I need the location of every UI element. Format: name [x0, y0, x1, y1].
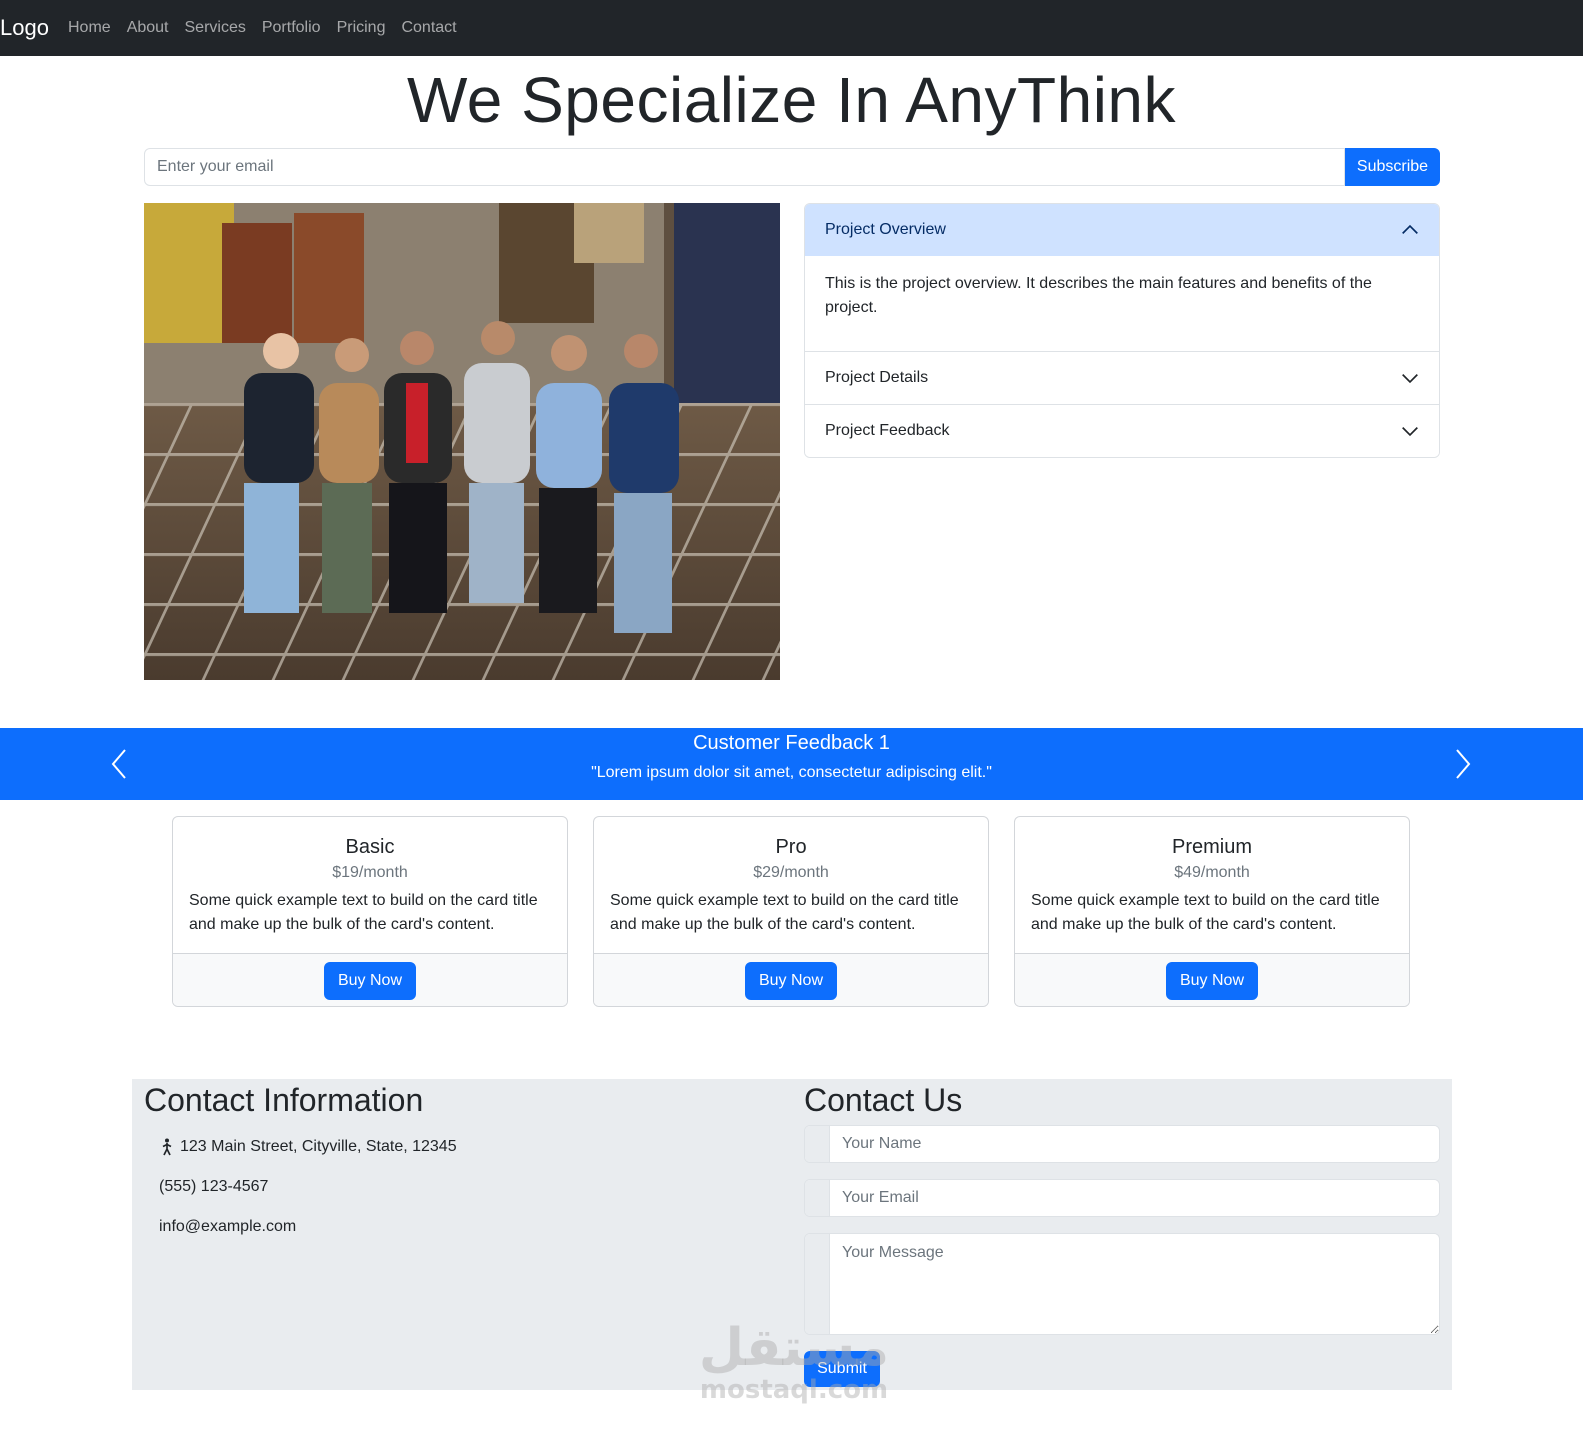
project-accordion: Project Overview This is the project ove…	[804, 203, 1440, 458]
chevron-up-icon	[1402, 224, 1418, 234]
brand-logo[interactable]: Logo	[0, 15, 49, 41]
accordion-body-overview: This is the project overview. It describ…	[805, 256, 1439, 352]
feedback-carousel: Customer Feedback 1 "Lorem ipsum dolor s…	[0, 728, 1583, 800]
name-input[interactable]	[830, 1126, 1439, 1162]
carousel-next-button[interactable]	[1448, 744, 1478, 784]
pricing-card-premium: Premium $49/month Some quick example tex…	[1014, 816, 1410, 1007]
nav-link-portfolio[interactable]: Portfolio	[262, 18, 321, 38]
nav-link-home[interactable]: Home	[68, 18, 111, 38]
email-input[interactable]	[830, 1180, 1439, 1216]
contact-section: Contact Information 123 Main Street, Cit…	[132, 1079, 1452, 1390]
group-photo	[144, 203, 780, 680]
nav-link-about[interactable]: About	[127, 18, 169, 38]
pricing-card-basic: Basic $19/month Some quick example text …	[172, 816, 568, 1007]
chevron-down-icon	[1402, 427, 1418, 437]
field-addon	[805, 1180, 830, 1216]
card-footer: Buy Now	[594, 953, 988, 1006]
card-title: Basic	[345, 836, 395, 858]
name-field-group	[804, 1125, 1440, 1163]
buy-now-button-pro[interactable]: Buy Now	[744, 962, 838, 1000]
accordion-header-details[interactable]: Project Details	[805, 352, 1439, 404]
subscribe-email-input[interactable]	[144, 148, 1345, 186]
contact-address-text: 123 Main Street, Cityville, State, 12345	[180, 1138, 457, 1155]
subscribe-form: Subscribe	[144, 148, 1440, 186]
person-walking-icon	[162, 1138, 172, 1156]
field-addon	[805, 1126, 830, 1162]
subscribe-button[interactable]: Subscribe	[1345, 148, 1440, 186]
hero-title: We Specialize In AnyThink	[406, 64, 1177, 136]
contact-us-title: Contact Us	[804, 1082, 963, 1118]
card-price: $29/month	[753, 864, 829, 881]
card-price: $19/month	[332, 864, 408, 881]
card-text: Some quick example text to build on the …	[1031, 892, 1380, 933]
chevron-right-icon	[1456, 749, 1471, 779]
carousel-title: Customer Feedback 1	[693, 732, 890, 754]
navbar: Logo Home About Services Portfolio Prici…	[0, 0, 1583, 56]
contact-phone: (555) 123-4567	[159, 1178, 269, 1195]
card-price: $49/month	[1174, 864, 1250, 881]
accordion-title-details: Project Details	[825, 369, 929, 386]
pricing-card-pro: Pro $29/month Some quick example text to…	[593, 816, 989, 1007]
card-text: Some quick example text to build on the …	[610, 892, 959, 933]
nav-link-pricing[interactable]: Pricing	[337, 18, 386, 38]
email-field-group	[804, 1179, 1440, 1217]
buy-now-button-basic[interactable]: Buy Now	[323, 962, 417, 1000]
card-text: Some quick example text to build on the …	[189, 892, 538, 933]
buy-now-button-premium[interactable]: Buy Now	[1165, 962, 1259, 1000]
accordion-title-feedback: Project Feedback	[825, 422, 950, 439]
accordion-header-feedback[interactable]: Project Feedback	[805, 405, 1439, 457]
contact-email: info@example.com	[159, 1218, 297, 1235]
submit-button[interactable]: Submit	[804, 1351, 880, 1387]
accordion-header-overview[interactable]: Project Overview	[805, 204, 1439, 256]
nav-link-contact[interactable]: Contact	[401, 18, 456, 38]
carousel-quote: "Lorem ipsum dolor sit amet, consectetur…	[591, 764, 992, 781]
card-footer: Buy Now	[1015, 953, 1409, 1006]
message-textarea[interactable]	[830, 1234, 1439, 1334]
nav-links: Home About Services Portfolio Pricing Co…	[68, 18, 473, 38]
accordion-title-overview: Project Overview	[825, 221, 946, 238]
contact-info-title: Contact Information	[144, 1082, 424, 1118]
contact-address: 123 Main Street, Cityville, State, 12345	[159, 1137, 457, 1157]
card-title: Premium	[1171, 836, 1252, 858]
chevron-down-icon	[1402, 374, 1418, 384]
nav-link-services[interactable]: Services	[185, 18, 246, 38]
card-footer: Buy Now	[173, 953, 567, 1006]
field-addon	[805, 1234, 830, 1334]
card-title: Pro	[775, 836, 807, 858]
message-field-group	[804, 1233, 1440, 1335]
